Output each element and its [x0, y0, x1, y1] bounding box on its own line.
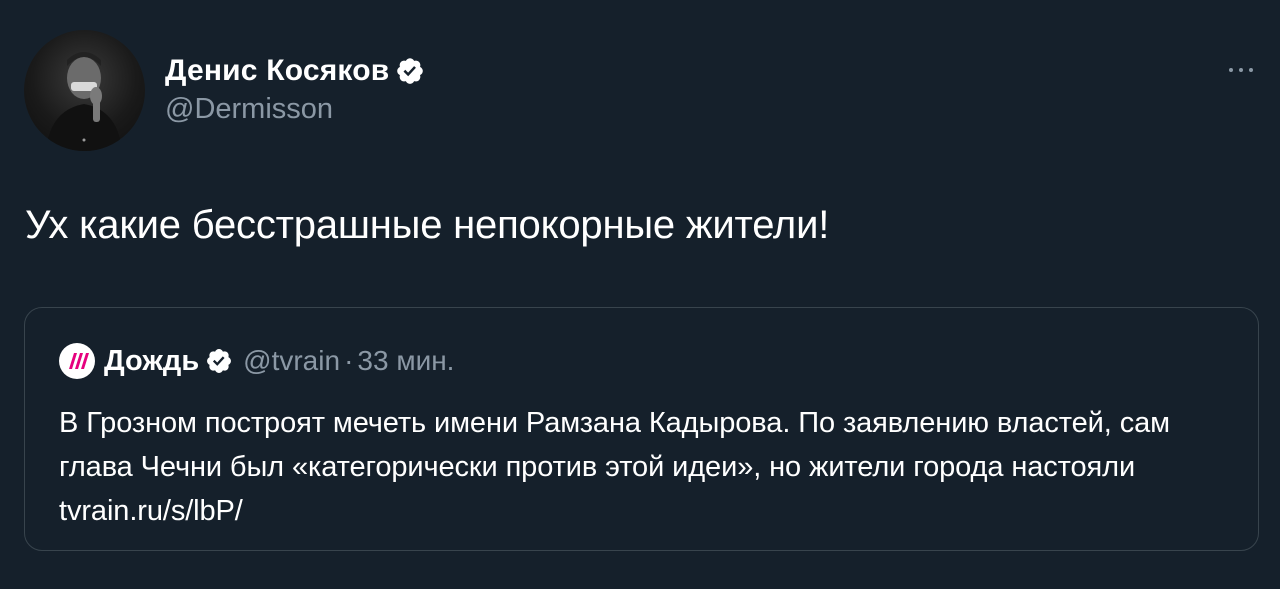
tvrain-logo-icon[interactable]	[59, 343, 95, 379]
quoted-author-name[interactable]: Дождь	[104, 345, 199, 378]
avatar[interactable]	[24, 30, 145, 151]
quoted-meta: @tvrain · 33 мин.	[243, 345, 454, 377]
verified-badge-icon	[207, 349, 232, 373]
tweet: Денис Косяков @Dermisson Ух какие бесстр…	[0, 0, 1280, 589]
quoted-tweet-card[interactable]: Дождь @tvrain · 33 мин. В Грозном построят…	[24, 307, 1259, 551]
author-name-row: Денис Косяков	[165, 54, 425, 88]
verified-badge-icon	[397, 58, 424, 84]
meta-separator: ·	[344, 345, 354, 376]
tweet-text: Ух какие бесстрашные непокорные жители!	[25, 203, 830, 247]
quoted-author-handle[interactable]: @tvrain	[243, 345, 340, 376]
more-horizontal-icon[interactable]	[1226, 60, 1256, 80]
quoted-timestamp[interactable]: 33 мин.	[357, 345, 454, 376]
quoted-tweet-text: В Грозном построят мечеть имени Рамзана …	[59, 407, 1170, 527]
quoted-tweet-header: Дождь @tvrain · 33 мин.	[59, 341, 454, 381]
author-handle[interactable]: @Dermisson	[165, 93, 333, 126]
avatar-photo	[46, 52, 122, 151]
author-name[interactable]: Денис Косяков	[165, 54, 389, 88]
